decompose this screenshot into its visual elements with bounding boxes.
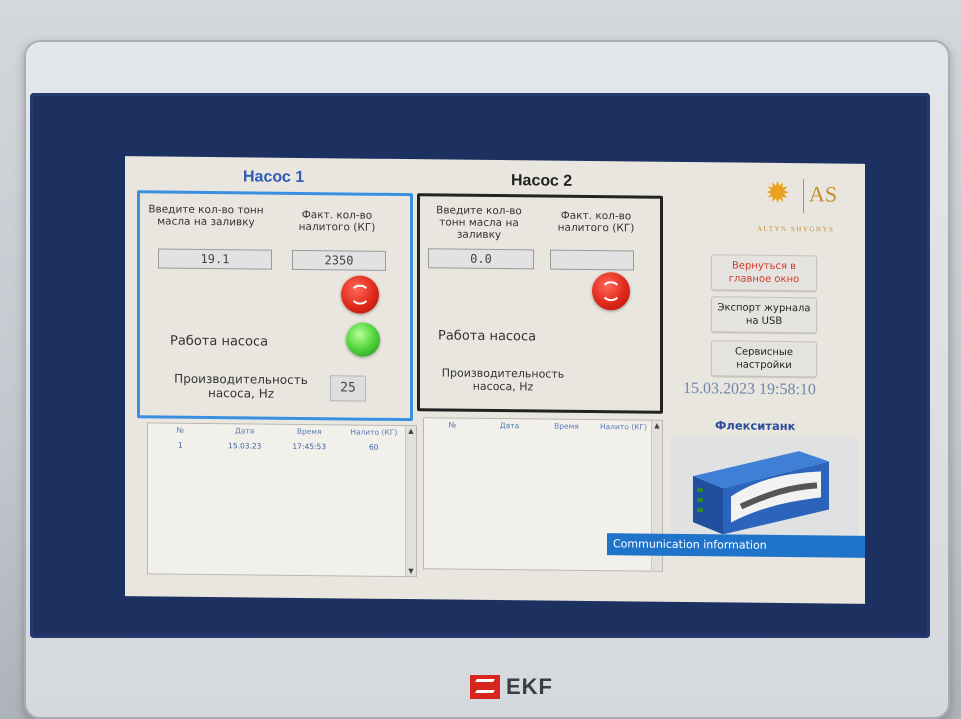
pump1-log-table: № Дата Время Налито (КГ) 1 15.03.23 17:4… xyxy=(147,422,417,578)
pump1-enter-tons-label: Введите кол-во тонн масла на заливку xyxy=(148,203,264,229)
device-logo: EKF xyxy=(470,674,553,700)
cell-time: 17:45:53 xyxy=(292,441,327,452)
col-filled: Налито (КГ) xyxy=(600,422,647,432)
col-filled: Налито (КГ) xyxy=(350,427,398,437)
col-time: Время xyxy=(296,426,322,437)
pump2-enter-tons-label: Введите кол-во тонн масла на заливку xyxy=(436,204,522,242)
ekf-logo-icon xyxy=(470,675,500,699)
brand-subtitle: ALTYN SHYGHYS xyxy=(757,224,835,234)
flexitank-image xyxy=(671,435,859,542)
flexitank-title: Флекситанк xyxy=(715,418,796,434)
pump1-enter-tons-input[interactable]: 19.1 xyxy=(158,248,272,270)
cell-filled: 60 xyxy=(368,442,379,452)
cell-date: 15.03.23 xyxy=(228,441,262,451)
sun-icon: ✹ xyxy=(765,175,791,212)
col-number: № xyxy=(176,425,185,435)
pump2-enter-tons-input[interactable]: 0.0 xyxy=(428,248,534,270)
pump1-actual-value: 2350 xyxy=(292,249,386,271)
pump1-actual-label: Факт. кол-во налитого (КГ) xyxy=(298,208,376,234)
pump1-perf-label: Производительность насоса, Hz xyxy=(174,371,308,401)
communication-info-bar[interactable]: Communication information xyxy=(607,533,865,558)
pump2-stop-button[interactable] xyxy=(592,272,630,311)
pump2-status-label: Работа насоса xyxy=(438,328,537,345)
table-row[interactable]: 1 15.03.23 17:45:53 60 xyxy=(148,439,406,454)
pump1-title: Насос 1 xyxy=(243,168,305,187)
scroll-up-icon[interactable]: ▲ xyxy=(653,422,661,430)
scroll-down-icon[interactable]: ▼ xyxy=(407,567,415,575)
brand-logo: ✹ AS ALTYN SHYGHYS xyxy=(745,173,865,234)
datetime-display: 15.03.2023 19:58:10 xyxy=(683,379,816,399)
brand-divider xyxy=(803,179,804,214)
col-number: № xyxy=(448,420,457,430)
pump2-title: Насос 2 xyxy=(511,172,573,190)
table1-scrollbar[interactable]: ▲ ▼ xyxy=(405,426,416,577)
pump2-perf-label: Производительность насоса, Hz xyxy=(441,366,565,394)
col-time: Время xyxy=(554,421,579,431)
export-usb-button[interactable]: Экспорт журнала на USB xyxy=(711,296,817,334)
back-to-main-button[interactable]: Вернуться в главное окно xyxy=(711,254,817,292)
pump2-actual-label: Факт. кол-во налитого (КГ) xyxy=(557,209,635,235)
pump2-actual-value xyxy=(550,249,634,271)
brand-mark: AS xyxy=(809,181,838,207)
pump1-status-label: Работа насоса xyxy=(170,333,269,350)
pump2-panel: Введите кол-во тонн масла на заливку Фак… xyxy=(417,193,663,414)
table-header: № Дата Время Налито (КГ) xyxy=(148,423,406,440)
col-date: Дата xyxy=(499,421,520,431)
pump1-perf-input[interactable]: 25 xyxy=(330,375,366,402)
device-brand: EKF xyxy=(506,674,553,699)
cell-number: 1 xyxy=(177,440,183,450)
pump1-panel: Введите кол-во тонн масла на заливку Фак… xyxy=(137,190,413,422)
service-settings-button[interactable]: Сервисные настройки xyxy=(711,340,817,378)
table-header: № Дата Время Налито (КГ) xyxy=(424,418,652,434)
hmi-screen: Насос 1 Введите кол-во тонн масла на зал… xyxy=(125,156,865,604)
container-illustration xyxy=(693,451,829,535)
scroll-up-icon[interactable]: ▲ xyxy=(407,427,415,435)
col-date: Дата xyxy=(235,426,255,436)
pump1-status-lamp xyxy=(346,322,380,357)
pump1-stop-button[interactable] xyxy=(341,275,379,314)
